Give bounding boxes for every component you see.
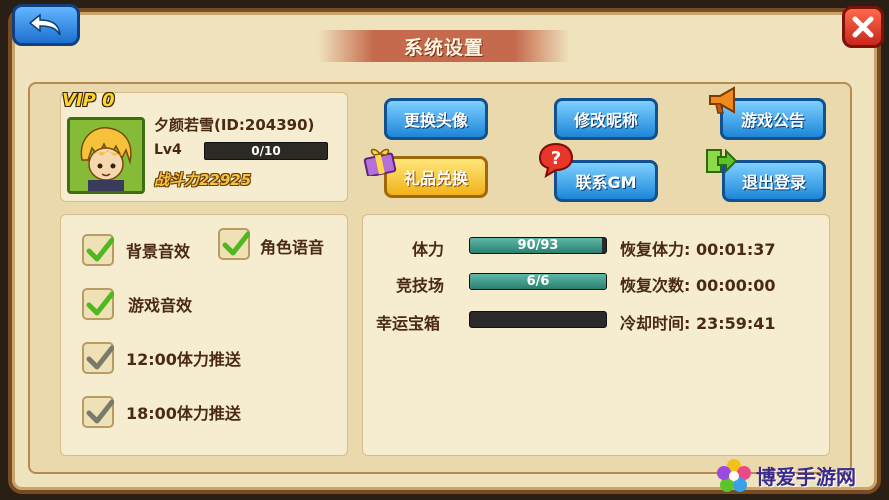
voice-label: 角色语音 — [260, 238, 325, 257]
checkmark-icon — [86, 291, 114, 316]
flower-logo-icon — [717, 459, 751, 492]
stamina-label: 体力 — [412, 240, 445, 259]
change-nickname-label: 修改昵称 — [573, 111, 638, 130]
back-arrow-icon — [28, 13, 61, 36]
checkmark-icon — [222, 231, 250, 256]
push-1800-checkbox[interactable] — [82, 396, 114, 428]
exit-arrow-icon — [706, 148, 738, 174]
exp-text: 0/10 — [251, 144, 281, 158]
checkmark-icon — [86, 237, 114, 262]
watermark-text: 博爱手游网 — [756, 464, 856, 489]
lucky-chest-bar — [469, 311, 607, 328]
avatar[interactable] — [67, 117, 145, 194]
close-button[interactable] — [842, 6, 884, 48]
checkmark-icon — [86, 399, 114, 424]
announcement-label: 游戏公告 — [740, 111, 805, 130]
change-avatar-label: 更换头像 — [403, 111, 468, 130]
stamina-value: 90/93 — [517, 238, 559, 253]
checkmark-icon — [86, 345, 114, 370]
megaphone-icon — [709, 86, 735, 114]
back-button[interactable] — [12, 4, 80, 46]
bgm-checkbox[interactable] — [82, 234, 114, 266]
player-level: Lv4 — [154, 142, 182, 158]
change-nickname-button[interactable]: 修改昵称 — [554, 98, 658, 140]
lucky-chest-label: 幸运宝箱 — [376, 314, 441, 333]
exp-bar: 0/10 — [204, 142, 328, 160]
arena-value: 6/6 — [526, 274, 550, 289]
push-1200-checkbox[interactable] — [82, 342, 114, 374]
voice-checkbox[interactable] — [218, 228, 250, 260]
push-1200-label: 12:00体力推送 — [126, 350, 241, 369]
stamina-recover-timer: 恢复体力: 00:01:37 — [620, 240, 776, 259]
arena-bar: 6/6 — [469, 273, 607, 290]
gift-redeem-label: 礼品兑换 — [403, 169, 468, 188]
bgm-label: 背景音效 — [126, 242, 191, 261]
arena-recover-timer: 恢复次数: 00:00:00 — [620, 276, 776, 295]
logout-label: 退出登录 — [741, 173, 806, 192]
arena-label: 竞技场 — [396, 276, 445, 295]
vip-badge: VIP 0 — [62, 90, 115, 111]
change-avatar-button[interactable]: 更换头像 — [384, 98, 488, 140]
svg-text:?: ? — [551, 148, 561, 169]
help-bubble-icon: ? — [538, 142, 574, 178]
sfx-label: 游戏音效 — [128, 296, 193, 315]
watermark: 博爱手游网 — [716, 458, 856, 492]
lucky-chest-cooldown: 冷却时间: 23:59:41 — [620, 314, 776, 333]
hero-portrait-icon — [70, 120, 142, 191]
page-title: 系统设置 — [403, 36, 484, 59]
stamina-bar: 90/93 — [469, 237, 607, 254]
title-ribbon: 系统设置 — [318, 30, 570, 62]
player-name: 夕颜若雪(ID:204390) — [154, 116, 315, 134]
sfx-checkbox[interactable] — [82, 288, 114, 320]
combat-power: 战斗力22925 — [154, 171, 252, 189]
contact-gm-label: 联系GM — [575, 173, 637, 192]
gift-box-icon — [363, 148, 397, 176]
push-1800-label: 18:00体力推送 — [126, 404, 241, 423]
close-icon — [852, 16, 874, 38]
